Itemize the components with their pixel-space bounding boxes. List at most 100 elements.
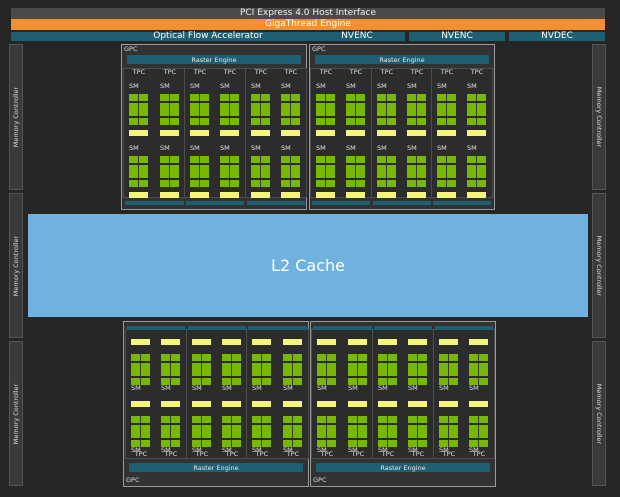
cuda-core-block: [160, 156, 179, 163]
sm-label: SM: [437, 144, 447, 152]
rt-core: [220, 192, 239, 198]
sm-label: SM: [131, 384, 141, 392]
sm-label: SM: [161, 446, 171, 454]
cuda-core-block: [251, 118, 270, 125]
sm-label: SM: [129, 82, 139, 90]
cuda-core-block: [317, 369, 336, 376]
cuda-core-block: [129, 171, 148, 178]
sm-label: SM: [192, 384, 202, 392]
cuda-core-block: [469, 416, 488, 423]
cuda-core-block: [129, 180, 148, 187]
cuda-core-block: [220, 171, 239, 178]
gpc-block: GPC Raster Engine TPC SM SM TPC SM SM TPC SM SM TPC…: [309, 44, 495, 210]
cuda-core-block: [407, 94, 426, 101]
memory-controller-label: Memory Controller: [595, 235, 603, 296]
memory-controller-left-3: Memory Controller: [9, 341, 23, 486]
sm-label: SM: [317, 446, 327, 454]
interconnect-bar: [373, 201, 431, 205]
rt-core: [467, 130, 486, 136]
rt-core: [437, 192, 456, 198]
cuda-core-block: [220, 94, 239, 101]
rt-core: [439, 401, 458, 407]
sm-label: SM: [129, 144, 139, 152]
sm-label: SM: [437, 82, 447, 90]
tpc-label: TPC: [410, 68, 424, 76]
tpc-label: TPC: [349, 68, 363, 76]
sm-label: SM: [467, 144, 477, 152]
cuda-core-block: [437, 156, 456, 163]
sm-label: SM: [252, 384, 262, 392]
cuda-core-block: [283, 431, 302, 438]
gpc-label: GPC: [312, 45, 326, 53]
cuda-core-block: [161, 431, 180, 438]
rt-core: [190, 130, 209, 136]
rt-core: [469, 339, 488, 345]
cuda-core-block: [346, 156, 365, 163]
memory-controller-label: Memory Controller: [12, 86, 20, 148]
rt-core: [316, 130, 335, 136]
sm-label: SM: [317, 384, 327, 392]
tpc-label: TPC: [132, 68, 146, 76]
cuda-core-block: [408, 354, 427, 361]
cuda-core-block: [437, 94, 456, 101]
cuda-core-block: [348, 416, 367, 423]
rt-core: [408, 339, 427, 345]
cuda-core-block: [251, 94, 270, 101]
sm-label: SM: [377, 82, 387, 90]
rt-core: [192, 401, 211, 407]
sm-label: SM: [346, 82, 356, 90]
cuda-core-block: [467, 109, 486, 116]
cuda-core-block: [281, 180, 300, 187]
interconnect-bar: [313, 326, 372, 330]
gpc-label: GPC: [126, 476, 140, 484]
cuda-core-block: [222, 369, 241, 376]
memory-controller-left-2: Memory Controller: [9, 193, 23, 338]
memory-controller-right-2: Memory Controller: [592, 193, 606, 338]
sm-label: SM: [190, 82, 200, 90]
cuda-core-block: [190, 94, 209, 101]
cuda-core-block: [131, 416, 150, 423]
cuda-core-block: [222, 431, 241, 438]
raster-engine: Raster Engine: [315, 55, 489, 64]
cuda-core-block: [252, 416, 271, 423]
sm-label: SM: [281, 144, 291, 152]
cuda-core-block: [437, 180, 456, 187]
rt-core: [281, 130, 300, 136]
tpc-label: TPC: [223, 68, 237, 76]
cuda-core-block: [281, 94, 300, 101]
gpc-label: GPC: [124, 45, 138, 53]
cuda-core-block: [160, 171, 179, 178]
interconnect-bar: [247, 201, 305, 205]
sm-label: SM: [377, 144, 387, 152]
cuda-core-block: [281, 156, 300, 163]
cuda-core-block: [469, 354, 488, 361]
cuda-core-block: [131, 431, 150, 438]
cuda-core-block: [129, 156, 148, 163]
cuda-core-block: [437, 171, 456, 178]
rt-core: [251, 192, 270, 198]
rt-core: [348, 401, 367, 407]
cuda-core-block: [252, 354, 271, 361]
sm-label: SM: [283, 384, 293, 392]
cuda-core-block: [348, 354, 367, 361]
cuda-core-block: [407, 118, 426, 125]
cuda-core-block: [129, 118, 148, 125]
cuda-core-block: [283, 354, 302, 361]
rt-core: [378, 339, 397, 345]
sm-label: SM: [222, 384, 232, 392]
cuda-core-block: [407, 171, 426, 178]
rt-core: [283, 339, 302, 345]
cuda-core-block: [377, 156, 396, 163]
cuda-core-block: [131, 354, 150, 361]
sm-label: SM: [439, 446, 449, 454]
cuda-core-block: [161, 354, 180, 361]
tpc-label: TPC: [254, 68, 268, 76]
interconnect-bar: [433, 201, 491, 205]
cuda-core-block: [346, 109, 365, 116]
cuda-core-block: [317, 416, 336, 423]
interconnect-bar: [435, 326, 493, 330]
rt-core: [252, 401, 271, 407]
cuda-core-block: [220, 109, 239, 116]
cuda-core-block: [469, 431, 488, 438]
tpc-label: TPC: [470, 68, 484, 76]
